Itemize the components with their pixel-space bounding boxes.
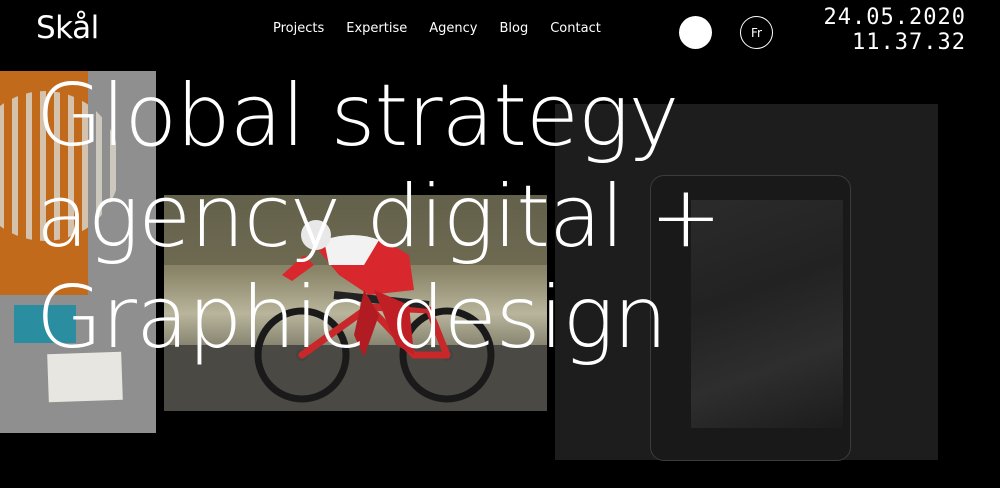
nav-item-projects[interactable]: Projects: [273, 21, 324, 36]
hero-line-1: Global strategy: [36, 66, 679, 166]
clock-date: 24.05.2020: [823, 5, 966, 30]
nav-item-blog[interactable]: Blog: [499, 21, 528, 36]
main-nav: Projects Expertise Agency Blog Contact: [273, 21, 623, 36]
clock-time: 11.37.32: [852, 30, 966, 55]
nav-item-agency[interactable]: Agency: [429, 21, 477, 36]
brand-logo[interactable]: Skål: [36, 10, 99, 46]
language-switch-button[interactable]: Fr: [740, 16, 773, 49]
nav-item-expertise[interactable]: Expertise: [346, 21, 407, 36]
hero-headline: Global strategy agency digital + Graphic…: [36, 66, 722, 369]
hero-line-2: agency digital +: [36, 167, 722, 267]
clock: 24.05.2020 11.37.32: [824, 5, 966, 55]
hero-line-3: Graphic design: [36, 268, 668, 368]
nav-item-contact[interactable]: Contact: [550, 21, 601, 36]
theme-toggle-button[interactable]: [679, 16, 712, 49]
